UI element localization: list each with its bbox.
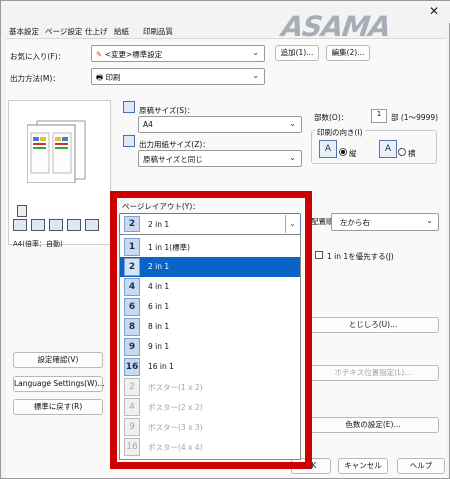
output-method-value: 印刷 bbox=[105, 73, 121, 82]
paper-size-value: A4 bbox=[143, 120, 153, 129]
pages-icon bbox=[17, 205, 27, 217]
copies-value: 1 bbox=[376, 110, 382, 118]
tab-basic[interactable]: 基本設定 bbox=[9, 26, 39, 38]
preview-toolbar bbox=[13, 205, 109, 233]
punch-icon[interactable] bbox=[85, 219, 99, 231]
landscape-label: 横 bbox=[408, 149, 416, 158]
staple-position-button[interactable]: ホチキス位置指定(L)... bbox=[307, 365, 439, 381]
preview-caption: A4(倍率：自動) bbox=[13, 240, 63, 248]
chevron-down-icon: ⌄ bbox=[289, 119, 296, 128]
cancel-button[interactable]: キャンセル bbox=[338, 458, 388, 474]
tab-print-quality[interactable]: 印刷品質 bbox=[143, 26, 173, 38]
binding-margin-button[interactable]: とじしろ(U)... bbox=[307, 317, 439, 333]
staple-icon[interactable] bbox=[67, 219, 81, 231]
restore-defaults-button[interactable]: 標準に戻す(R) bbox=[13, 399, 103, 415]
output-method-select[interactable]: 🖶 印刷 ⌄ bbox=[91, 68, 265, 85]
output-paper-icon bbox=[123, 135, 135, 147]
add-favorite-button[interactable]: 追加(1)... bbox=[275, 45, 319, 61]
portrait-icon: A bbox=[319, 140, 337, 158]
close-icon[interactable]: ✕ bbox=[429, 4, 439, 18]
copies-label: 部数(O)： bbox=[314, 113, 349, 122]
help-button[interactable]: ヘルプ bbox=[397, 458, 445, 474]
favorites-select[interactable]: ✎ <変更>標準設定 ⌄ bbox=[91, 45, 265, 62]
copies-spinner[interactable]: 1 bbox=[371, 109, 387, 123]
highlight-frame bbox=[110, 191, 312, 469]
pencil-icon: ✎ bbox=[96, 50, 103, 59]
layout-order-value: 左から右 bbox=[340, 218, 370, 227]
paper-size-select[interactable]: A4 ⌄ bbox=[138, 116, 302, 133]
chevron-down-icon: ⌄ bbox=[252, 71, 259, 80]
layout-preview-icon bbox=[27, 120, 86, 183]
favorites-label: お気に入り(F)： bbox=[10, 52, 66, 61]
output-paper-size-value: 原稿サイズと同じ bbox=[143, 155, 203, 164]
copies-range: 部 (1〜9999) bbox=[391, 113, 439, 122]
landscape-radio[interactable] bbox=[398, 148, 406, 156]
orientation-legend: 印刷の向き(I) bbox=[315, 127, 365, 138]
tab-page-setup[interactable]: ページ設定 bbox=[45, 26, 82, 38]
edit-favorite-button[interactable]: 編集(2)... bbox=[326, 45, 370, 61]
prioritize-1in1-label: 1 in 1を優先する(J) bbox=[327, 252, 394, 261]
printer-icon: 🖶 bbox=[96, 73, 104, 82]
portrait-label: 縦 bbox=[349, 149, 357, 158]
layout-order-select[interactable]: 左から右 ⌄ bbox=[331, 213, 439, 231]
prioritize-1in1-checkbox[interactable] bbox=[315, 251, 323, 259]
output-method-label: 出力方法(M)： bbox=[10, 74, 60, 83]
paper-size-label: 原稿サイズ(S)： bbox=[139, 106, 195, 115]
document-size-icon bbox=[123, 101, 135, 113]
portrait-radio[interactable] bbox=[339, 148, 347, 156]
chevron-down-icon: ⌄ bbox=[426, 216, 433, 225]
check-settings-button[interactable]: 設定確認(V) bbox=[13, 352, 103, 368]
landscape-icon: A bbox=[379, 140, 397, 158]
tab-finishing[interactable]: 仕上げ bbox=[85, 26, 108, 38]
layout-icon[interactable] bbox=[13, 219, 27, 231]
language-settings-button[interactable]: Language Settings(W)... bbox=[13, 376, 105, 392]
printer-properties-window: ✕ ASAMA 基本設定 ページ設定 仕上げ 給紙 印刷品質 お気に入り(F)：… bbox=[0, 0, 450, 479]
chevron-down-icon: ⌄ bbox=[289, 153, 296, 162]
duplex-icon[interactable] bbox=[49, 219, 63, 231]
tab-paper-feed[interactable]: 給紙 bbox=[114, 26, 129, 38]
output-paper-size-label: 出力用紙サイズ(Z)： bbox=[139, 140, 210, 149]
color-icon[interactable] bbox=[31, 219, 45, 231]
output-paper-size-select[interactable]: 原稿サイズと同じ ⌄ bbox=[138, 150, 302, 167]
chevron-down-icon: ⌄ bbox=[252, 48, 259, 57]
favorites-value: <変更>標準設定 bbox=[104, 50, 163, 59]
color-settings-button[interactable]: 色数の設定(E)... bbox=[307, 417, 439, 433]
